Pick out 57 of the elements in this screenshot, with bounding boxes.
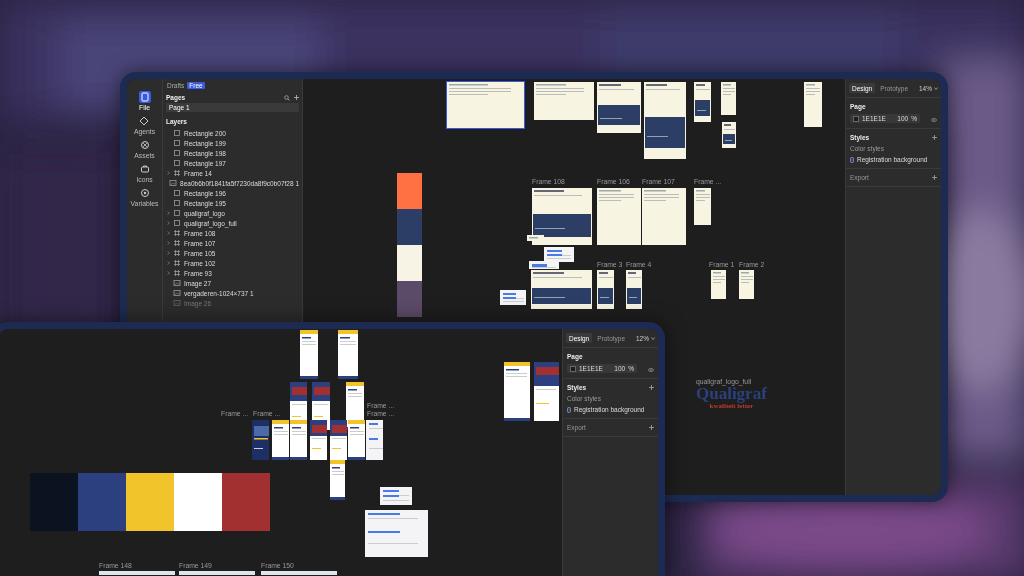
layer-icon [173,229,181,237]
frame-thumbnail [272,420,289,460]
frame-thumbnail [330,460,345,500]
eye-icon [648,368,654,372]
frame-thumbnail [252,420,269,460]
frame-thumbnail [597,82,641,133]
plus-icon [649,385,654,390]
search-icon [284,94,290,101]
frame-thumbnail [338,330,358,379]
color-style-icon [567,406,571,413]
frame-thumbnail [804,82,822,127]
caret-icon [934,86,938,90]
rail-icon [138,163,151,175]
layer-icon [173,259,181,267]
frame-thumbnail [310,420,327,460]
frame-thumbnail [711,270,726,299]
frame-thumbnail [534,82,594,120]
color-swatch [570,365,576,372]
layer-icon [173,269,181,277]
frame-thumbnail [722,122,736,148]
layer-icon [173,249,181,257]
plus-icon [294,95,299,100]
color-swatch [853,115,859,122]
frame-thumbnail [290,420,307,460]
frame-thumbnail [739,270,754,299]
frame-thumbnail [597,270,614,309]
frame-thumbnail [721,82,736,115]
frame-thumbnail [366,420,383,460]
layer-icon [173,239,181,247]
eye-icon [931,118,937,122]
caret-icon [651,336,655,340]
frame-thumbnail [500,290,526,305]
frame-thumbnail [694,188,711,225]
layer-icon [173,279,181,287]
frame-thumbnail [365,510,428,557]
frame-thumbnail [597,188,641,245]
color-style-icon [850,156,854,163]
frame-thumbnail [642,188,686,245]
frame-thumbnail [626,270,642,309]
rail-icon [138,115,151,127]
logo-wordmark: Qualigraf [696,385,767,402]
layer-icon [169,179,178,187]
frame-thumbnail [504,362,530,421]
frame-thumbnail [300,330,318,379]
plus-icon [932,135,937,140]
frame-thumbnail [380,487,412,505]
rail-icon [138,187,151,199]
plus-icon [649,425,654,430]
plus-icon [932,175,937,180]
layer-icon [173,299,181,307]
frame-thumbnail [330,420,347,460]
rail-icon [138,139,151,151]
frame-thumbnail [534,362,559,421]
layer-icon [173,289,181,297]
frame-thumbnail [348,420,365,460]
layer-icon [173,169,181,177]
frame-thumbnail [694,82,711,122]
